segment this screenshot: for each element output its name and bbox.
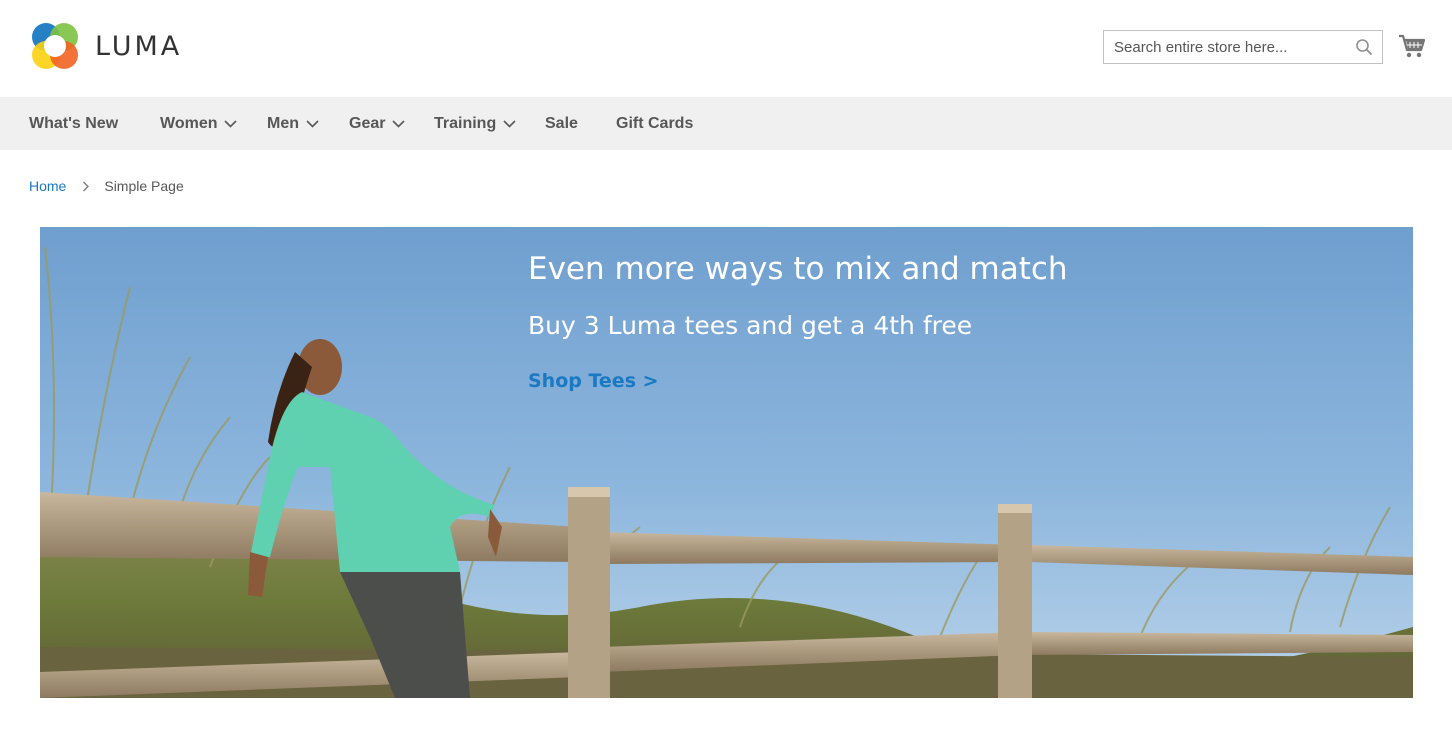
nav-item-label: What's New: [29, 114, 119, 132]
nav-item-gift-cards[interactable]: Gift Cards: [616, 97, 693, 150]
cart-icon[interactable]: [1398, 33, 1426, 59]
nav-item-label: Training: [434, 114, 497, 132]
nav-item-women[interactable]: Women: [160, 97, 238, 150]
nav-item-training[interactable]: Training: [434, 97, 516, 150]
shop-tees-link[interactable]: Shop Tees >: [528, 370, 659, 392]
nav-item-sale[interactable]: Sale: [545, 97, 578, 150]
nav-item-men[interactable]: Men: [267, 97, 319, 150]
hero-title: Even more ways to mix and match: [528, 251, 1068, 287]
chevron-down-icon: [392, 119, 406, 128]
hero-banner[interactable]: Even more ways to mix and match Buy 3 Lu…: [40, 227, 1413, 698]
luma-logo[interactable]: LUMA: [29, 20, 182, 72]
brand-name: LUMA: [95, 30, 183, 62]
chevron-down-icon: [224, 119, 238, 128]
search-input[interactable]: [1104, 31, 1349, 63]
chevron-down-icon: [503, 119, 516, 128]
search-icon[interactable]: [1355, 38, 1373, 56]
hero-subtitle: Buy 3 Luma tees and get a 4th free: [528, 311, 973, 340]
nav-item-label: Gear: [349, 114, 386, 132]
nav-item-label: Women: [160, 114, 218, 132]
breadcrumb: Home Simple Page: [29, 178, 184, 194]
nav-item-label: Men: [267, 114, 299, 132]
luma-logo-mark: [32, 23, 78, 69]
page-header: LUMA: [0, 0, 1452, 97]
breadcrumb-current: Simple Page: [104, 178, 184, 194]
search-box: [1103, 30, 1383, 64]
hero-image: [40, 227, 1413, 698]
nav-item-label: Sale: [545, 114, 578, 132]
nav-item-label: Gift Cards: [616, 114, 694, 132]
nav-item-whats-new[interactable]: What's New: [29, 97, 118, 150]
chevron-down-icon: [306, 119, 319, 128]
main-navigation: What's New Women Men Gear Training Sale …: [0, 97, 1452, 150]
breadcrumb-home-link[interactable]: Home: [29, 178, 66, 194]
chevron-right-icon: [83, 181, 90, 191]
nav-item-gear[interactable]: Gear: [349, 97, 406, 150]
